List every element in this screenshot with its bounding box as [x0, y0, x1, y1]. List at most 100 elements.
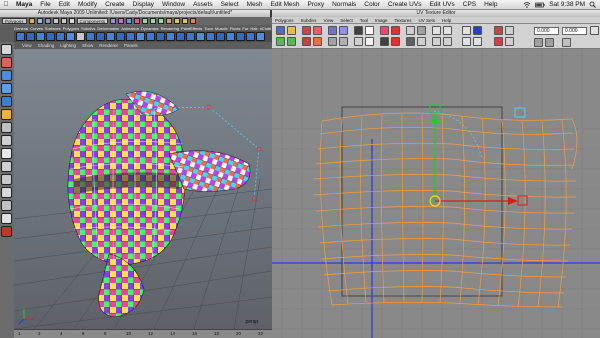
- flip-v-icon[interactable]: [287, 26, 296, 35]
- panel-menu-shading[interactable]: Shading: [38, 43, 55, 48]
- uv-sets-icon[interactable]: [462, 37, 471, 46]
- shelf-tab-deformation[interactable]: Deformation: [97, 26, 119, 31]
- merge-uvs-icon[interactable]: [313, 37, 322, 46]
- append-icon[interactable]: [156, 32, 165, 41]
- select-hierarchy-icon[interactable]: [52, 18, 59, 24]
- uv-menu-subdivs[interactable]: Subdivs: [301, 18, 317, 23]
- rotate-ccw-icon[interactable]: [276, 37, 285, 46]
- copy-uvs-icon[interactable]: [534, 38, 543, 47]
- split-icon[interactable]: [166, 32, 175, 41]
- shelf-tab-muscle[interactable]: Muscle: [215, 26, 228, 31]
- menu-edit[interactable]: Edit: [55, 1, 74, 8]
- menu-create-uvs[interactable]: Create UVs: [384, 1, 426, 8]
- combine-icon[interactable]: [76, 32, 85, 41]
- sew-uv-edges-icon[interactable]: [313, 26, 322, 35]
- cut-uv-edges-icon[interactable]: [302, 26, 311, 35]
- persp-graph-layout-icon[interactable]: [1, 187, 12, 198]
- shelf-tab-rendering[interactable]: Rendering: [161, 26, 179, 31]
- rotate-tool-icon[interactable]: [1, 96, 12, 107]
- poly-torus-icon[interactable]: [66, 32, 75, 41]
- shelf-tab-curves[interactable]: Curves: [30, 26, 43, 31]
- panel-menu-view[interactable]: View: [22, 43, 32, 48]
- quadrangulate-icon[interactable]: [236, 32, 245, 41]
- ipr-render-icon[interactable]: [182, 18, 189, 24]
- history-icon[interactable]: [166, 18, 173, 24]
- grid-display-icon[interactable]: [406, 37, 415, 46]
- select-face-icon[interactable]: [126, 18, 133, 24]
- lasso-tool-icon[interactable]: [1, 57, 12, 68]
- hypershade-layout-icon[interactable]: [1, 200, 12, 211]
- separate-icon[interactable]: [86, 32, 95, 41]
- panel-menu-show[interactable]: Show: [82, 43, 93, 48]
- select-component-icon[interactable]: [68, 18, 75, 24]
- character-mesh[interactable]: [67, 90, 251, 318]
- manipulator-tool-icon[interactable]: [1, 122, 12, 133]
- uv-editor-viewport[interactable]: [272, 49, 600, 338]
- shelf-tab-fluids[interactable]: Fluids: [230, 26, 241, 31]
- shelf-tab-polygons[interactable]: Polygons: [63, 26, 79, 31]
- menu-app[interactable]: Maya: [12, 1, 36, 8]
- snap-grid-icon[interactable]: [142, 18, 149, 24]
- grid-uvs-icon[interactable]: [354, 26, 363, 35]
- shade-uvs-icon[interactable]: [391, 26, 400, 35]
- uv-border-icon[interactable]: [473, 37, 482, 46]
- refresh-icon[interactable]: [590, 26, 599, 35]
- poly-cylinder-icon[interactable]: [36, 32, 45, 41]
- menu-mesh[interactable]: Mesh: [243, 1, 267, 8]
- snap-curve-icon[interactable]: [150, 18, 157, 24]
- mode-menu-dropdown[interactable]: Polygons: [2, 18, 27, 24]
- spotlight-search-icon[interactable]: [589, 1, 596, 8]
- frame-all-icon[interactable]: [365, 37, 374, 46]
- menu-proxy[interactable]: Proxy: [303, 1, 328, 8]
- shelf-tab-subdivs[interactable]: Subdivs: [81, 26, 95, 31]
- uv-menu-image[interactable]: Image: [375, 18, 388, 23]
- uv-menu-help[interactable]: Help: [442, 18, 451, 23]
- smooth-icon[interactable]: [106, 32, 115, 41]
- panel-menu-panels[interactable]: Panels: [124, 43, 138, 48]
- uv-menu-uv-sets[interactable]: UV Sets: [419, 18, 436, 23]
- four-pane-layout-icon[interactable]: [1, 161, 12, 172]
- components-dropdown[interactable]: Components: [76, 18, 109, 24]
- menu-help[interactable]: Help: [480, 1, 501, 8]
- u-scale-handle[interactable]: [517, 195, 528, 206]
- menu-edit-uvs[interactable]: Edit UVs: [425, 1, 458, 8]
- clock[interactable]: Sat 9:38 PM: [549, 1, 585, 8]
- new-scene-icon[interactable]: [28, 18, 35, 24]
- menu-window[interactable]: Window: [158, 1, 189, 8]
- uv-lattice-icon[interactable]: [494, 26, 503, 35]
- shelf-tab-animation[interactable]: Animation: [121, 26, 139, 31]
- select-border-icon[interactable]: [505, 37, 514, 46]
- distortion-icon[interactable]: [391, 37, 400, 46]
- alpha-channel-icon[interactable]: [443, 37, 452, 46]
- select-uv-icon[interactable]: [134, 18, 141, 24]
- select-vertex-icon[interactable]: [110, 18, 117, 24]
- pixel-snap-icon[interactable]: [417, 37, 426, 46]
- planar-map-icon[interactable]: [256, 32, 265, 41]
- layout-icon[interactable]: [328, 37, 337, 46]
- shelf-tab-hair[interactable]: Hair: [250, 26, 257, 31]
- uv-menu-view[interactable]: View: [324, 18, 334, 23]
- fill-hole-icon[interactable]: [216, 32, 225, 41]
- paint-select-tool-icon[interactable]: [1, 70, 12, 81]
- texture-borders-icon[interactable]: [380, 37, 389, 46]
- uv-smudge-icon[interactable]: [505, 26, 514, 35]
- last-tool-icon[interactable]: [1, 135, 12, 146]
- uv-menu-textures[interactable]: Textures: [395, 18, 412, 23]
- paste-uvs-icon[interactable]: [545, 38, 554, 47]
- red-channel-icon[interactable]: [473, 26, 482, 35]
- shelf-tab-toon[interactable]: Toon: [204, 26, 213, 31]
- shelf-tab-dynamics[interactable]: Dynamics: [141, 26, 159, 31]
- uv-corner-handle[interactable]: [514, 107, 526, 118]
- shelf-tab-general[interactable]: General: [14, 26, 28, 31]
- menu-assets[interactable]: Assets: [189, 1, 217, 8]
- menu-cps[interactable]: CPS: [459, 1, 480, 8]
- battery-icon[interactable]: [535, 2, 545, 8]
- display-image-icon[interactable]: [406, 26, 415, 35]
- rotate-cw-icon[interactable]: [287, 37, 296, 46]
- isolate-select-icon[interactable]: [354, 37, 363, 46]
- offset-edge-loop-icon[interactable]: [186, 32, 195, 41]
- bevel-icon[interactable]: [196, 32, 205, 41]
- poly-cone-icon[interactable]: [46, 32, 55, 41]
- shelf-tab-surfaces[interactable]: Surfaces: [45, 26, 61, 31]
- reverse-normals-icon[interactable]: [246, 32, 255, 41]
